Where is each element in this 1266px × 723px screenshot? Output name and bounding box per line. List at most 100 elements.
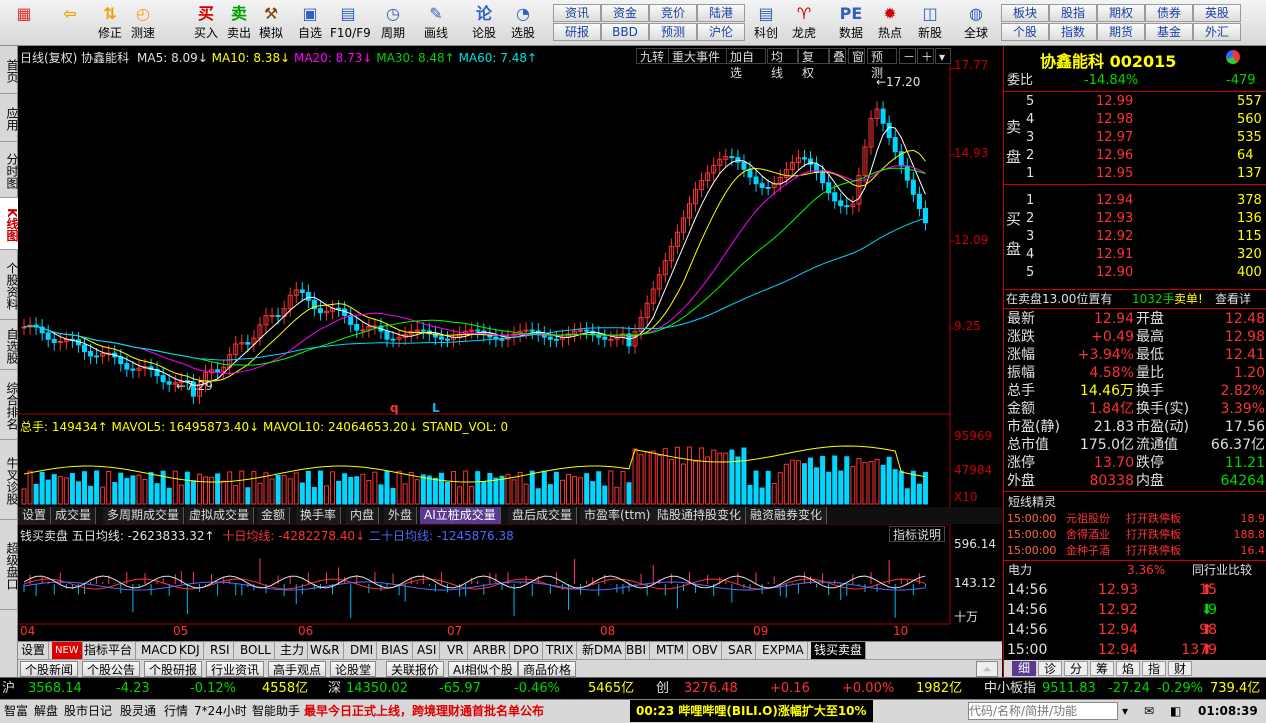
volume-tab[interactable]: 设置 <box>18 507 52 524</box>
indicator-tab[interactable]: 主力 <box>277 642 309 659</box>
volume-tab[interactable]: 融资融券变化 <box>746 507 828 524</box>
notice-row[interactable]: 在卖盘13.00位置有 1032手 卖单! 查看详 <box>1004 289 1266 307</box>
indicator-tab[interactable]: 设置 <box>18 642 50 659</box>
lock-icon[interactable]: ◧ <box>1168 700 1183 722</box>
kline-tool-button[interactable]: 叠 <box>829 48 846 64</box>
f10-button[interactable]: ▤ F10/F9 <box>330 2 371 44</box>
right-tab[interactable]: 财 <box>1168 661 1192 676</box>
kline-tool-button[interactable]: 均线 <box>767 48 798 80</box>
info-tab[interactable]: 个股研报 <box>144 661 203 677</box>
indicator-explain-button[interactable]: 指标说明 <box>889 526 946 542</box>
toolbar-small-button[interactable]: 资金 <box>601 4 649 22</box>
dropdown-icon[interactable]: ▾ <box>935 48 951 64</box>
indicator-tab[interactable]: BIAS <box>378 642 413 659</box>
right-tab[interactable]: 指 <box>1142 661 1166 676</box>
news-ticker[interactable]: 最早今日正式上线，跨境理财通首批名单公布 <box>302 700 546 722</box>
volume-tab[interactable]: 金额 <box>257 507 291 524</box>
ask-row[interactable]: 2 12.96 64 <box>1004 147 1266 165</box>
bid-row[interactable]: 5 12.90 400 <box>1004 264 1266 282</box>
ask-row[interactable]: 1 12.95 137 <box>1004 165 1266 183</box>
left-nav-item[interactable]: 首页 <box>0 46 19 94</box>
kline-tool-button[interactable]: 加自选 <box>726 48 766 80</box>
discuss-button[interactable]: 论论股 <box>466 2 502 44</box>
left-nav-item[interactable]: K线图 <box>0 198 19 250</box>
info-tab[interactable]: AI相似个股 <box>448 661 518 677</box>
indicator-tab[interactable]: ASI <box>414 642 441 659</box>
ipo-button[interactable]: ◫ 新股 <box>912 2 948 44</box>
bottom-item[interactable]: 智能助手 <box>250 700 302 722</box>
kline-chart[interactable]: ←17.20 ←7.29 q L <box>18 64 1003 641</box>
left-nav-item[interactable]: 自选股 <box>0 320 19 370</box>
sprite-row[interactable]: 15:00:00 金种子酒 打开跌停板 16.4 <box>1004 543 1266 559</box>
kline-tool-button[interactable]: 重大事件 <box>668 48 728 64</box>
volume-tab[interactable]: 盘后成交量 <box>508 507 578 524</box>
kline-tool-button[interactable]: 预测 <box>867 48 897 80</box>
search-input[interactable] <box>968 702 1118 720</box>
indicator-tab[interactable]: EXPMA <box>759 642 808 659</box>
bottom-item[interactable]: 行情 <box>162 700 190 722</box>
info-tab[interactable]: 个股新闻 <box>20 661 79 677</box>
dragon-tiger-button[interactable]: ♈ 龙虎 <box>786 2 822 44</box>
kline-tool-button[interactable]: 复权 <box>798 48 829 80</box>
info-tab[interactable]: 商品价格 <box>518 661 577 677</box>
indicator-tab[interactable]: 新DMA <box>579 642 626 659</box>
app-grid-button[interactable]: ▦ <box>4 2 44 44</box>
zoom-in-icon[interactable]: ＋ <box>917 48 934 64</box>
bid-row[interactable]: 4 12.91 320 <box>1004 246 1266 264</box>
volume-tab[interactable]: 市盈率(ttm) <box>580 507 656 524</box>
star-market-button[interactable]: ▤ 科创 <box>748 2 784 44</box>
select-stock-button[interactable]: ◔ 选股 <box>505 2 541 44</box>
volume-tab[interactable]: 成交量 <box>51 507 97 524</box>
ask-row[interactable]: 4 12.98 560 <box>1004 111 1266 129</box>
hammer-button[interactable]: ⚒ 模拟 <box>253 2 289 44</box>
speed-button[interactable]: ◴ 测速 <box>125 2 161 44</box>
up-down-arrow-button[interactable]: ⇅ 修正 <box>92 2 128 44</box>
left-nav-item[interactable]: 应用 <box>0 94 19 142</box>
kline-tool-button[interactable]: 窗 <box>848 48 865 64</box>
volume-tab[interactable]: AI立桩成交量 <box>420 507 501 524</box>
scroll-up-icon[interactable]: ⏶ <box>976 661 998 677</box>
info-tab[interactable]: 论股堂 <box>330 661 377 677</box>
data-pe-button[interactable]: PE 数据 <box>833 2 869 44</box>
info-tab[interactable]: 个股公告 <box>82 661 141 677</box>
toolbar-small-button[interactable]: 陆港 <box>697 4 745 22</box>
zoom-out-icon[interactable]: － <box>899 48 916 64</box>
ask-row[interactable]: 5 12.99 557 <box>1004 93 1266 111</box>
back-arrow-button[interactable]: ⇦ <box>52 2 88 44</box>
volume-tab[interactable]: 虚拟成交量 <box>185 507 255 524</box>
toolbar-small-button[interactable]: 英股 <box>1193 4 1241 22</box>
indicator-tab[interactable]: BBI <box>623 642 651 659</box>
indicator-tab[interactable]: ARBR <box>470 642 511 659</box>
ask-row[interactable]: 3 12.97 535 <box>1004 129 1266 147</box>
bid-row[interactable]: 2 12.93 136 <box>1004 210 1266 228</box>
volume-tab[interactable]: 换手率 <box>296 507 342 524</box>
volume-tab[interactable]: 内盘 <box>346 507 380 524</box>
left-nav-item[interactable]: 超级盘口 <box>0 520 19 610</box>
clock-button[interactable]: ◷ 周期 <box>375 2 411 44</box>
info-tab[interactable]: 高手观点 <box>268 661 327 677</box>
folder-button[interactable]: ▣ 自选 <box>292 2 328 44</box>
indicator-tab[interactable]: RSI <box>207 642 234 659</box>
toolbar-small-button[interactable]: 资讯 <box>553 4 601 22</box>
volume-tab[interactable]: 外盘 <box>384 507 418 524</box>
message-icon[interactable]: ✉ <box>1142 700 1156 722</box>
bottom-item[interactable]: 智富 <box>2 700 30 722</box>
right-tab[interactable]: 诊 <box>1038 661 1062 676</box>
volume-tab[interactable]: 多周期成交量 <box>103 507 185 524</box>
indicator-tab[interactable]: KDJ <box>176 642 204 659</box>
sell-button[interactable]: 卖卖出 <box>221 2 257 44</box>
right-tab[interactable]: 分 <box>1064 661 1088 676</box>
info-tab[interactable]: 行业资讯 <box>206 661 265 677</box>
left-nav-item[interactable]: 分时图 <box>0 142 19 198</box>
toolbar-small-button[interactable]: 个股 <box>1001 23 1049 41</box>
indicator-tab[interactable]: OBV <box>689 642 722 659</box>
toolbar-small-button[interactable]: BBD <box>601 23 649 41</box>
indicator-tab[interactable]: MACD <box>138 642 181 659</box>
industry-compare-button[interactable]: 同行业比较 <box>1192 561 1252 579</box>
bottom-item[interactable]: 股市日记 <box>62 700 114 722</box>
toolbar-small-button[interactable]: 研报 <box>553 23 601 41</box>
bid-row[interactable]: 3 12.92 115 <box>1004 228 1266 246</box>
indicator-tab[interactable]: SAR <box>725 642 757 659</box>
indicator-tab[interactable]: 钱买卖盘 <box>811 642 867 659</box>
indicator-tab[interactable]: MTM <box>653 642 689 659</box>
